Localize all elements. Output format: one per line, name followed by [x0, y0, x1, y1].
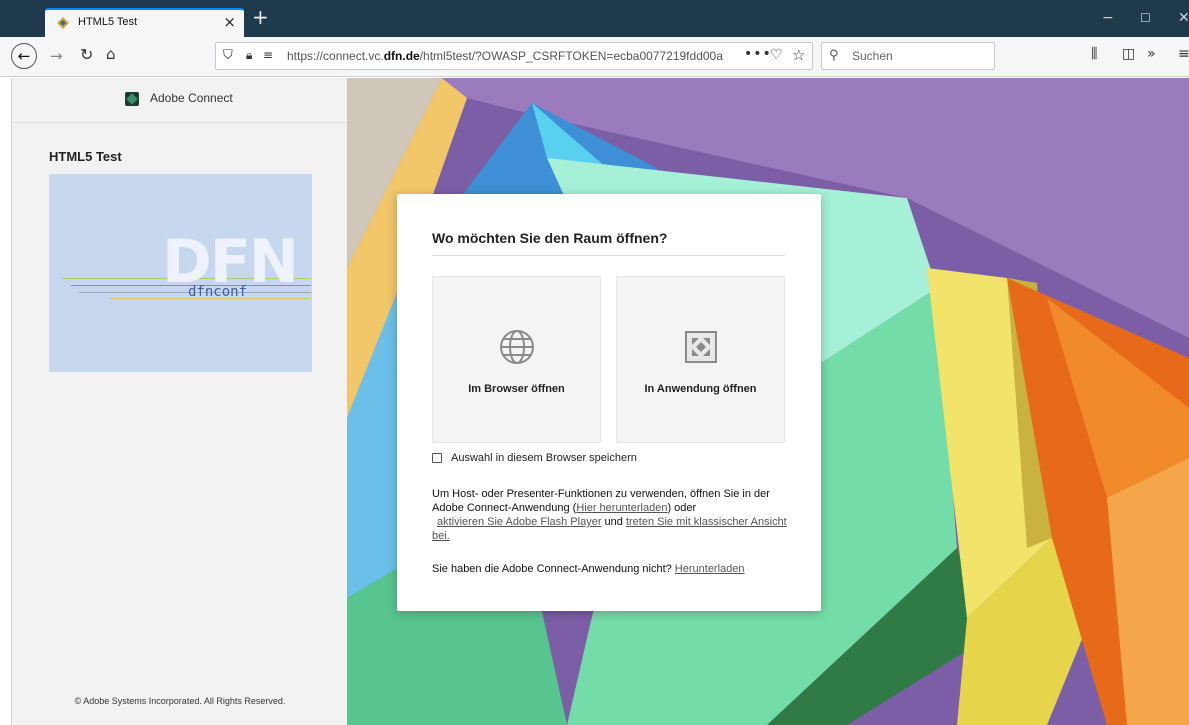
- room-title: HTML5 Test: [49, 149, 122, 164]
- new-tab-button[interactable]: +: [252, 7, 269, 27]
- host-info-text: Um Host- oder Presenter-Funktionen zu ve…: [432, 487, 792, 543]
- globe-icon: [500, 330, 534, 364]
- open-in-browser-label: Im Browser öffnen: [468, 383, 565, 395]
- sidebar-toggle-icon[interactable]: ◫: [1122, 46, 1135, 62]
- browser-toolbar: ← → ↻ ⌂ ⛉ 🔒︎ ≡ https://connect.vc.dfn.de…: [0, 37, 1189, 77]
- back-button-icon[interactable]: ←: [11, 43, 37, 69]
- close-window-icon[interactable]: ✕: [1178, 10, 1189, 26]
- page-actions-menu-icon[interactable]: •••: [744, 46, 772, 62]
- url-text[interactable]: https://connect.vc.dfn.de/html5test/?OWA…: [287, 49, 727, 63]
- copyright-notice: © Adobe Systems Incorporated. All Rights…: [74, 696, 286, 706]
- brand-header: Adobe Connect: [12, 78, 348, 123]
- remember-choice-label[interactable]: Auswahl in diesem Browser speichern: [451, 452, 637, 464]
- page-content: Adobe Connect HTML5 Test DFN dfnconf © A…: [0, 78, 1189, 725]
- close-tab-icon[interactable]: ×: [223, 13, 236, 31]
- no-app-text: Sie haben die Adobe Connect-Anwendung ni…: [432, 563, 745, 575]
- browser-titlebar: HTML5 Test × + − ☐ ✕: [0, 0, 1189, 37]
- address-bar[interactable]: ⛉ 🔒︎ ≡ https://connect.vc.dfn.de/html5te…: [215, 42, 813, 70]
- adobe-connect-logo-icon: [125, 92, 139, 106]
- minimize-window-icon[interactable]: −: [1102, 10, 1114, 26]
- thumbnail-subtitle: dfnconf: [188, 284, 248, 300]
- room-sidebar: Adobe Connect HTML5 Test DFN dfnconf © A…: [11, 78, 348, 725]
- home-button-icon[interactable]: ⌂: [106, 45, 116, 63]
- search-icon: ⚲: [829, 48, 839, 63]
- browser-tab[interactable]: HTML5 Test ×: [45, 8, 244, 37]
- pocket-icon[interactable]: ♡: [770, 47, 783, 63]
- enable-flash-link[interactable]: aktivieren Sie Adobe Flash Player: [437, 516, 601, 528]
- remember-choice-checkbox[interactable]: [432, 453, 442, 463]
- open-in-browser-button[interactable]: Im Browser öffnen: [432, 276, 601, 443]
- url-domain: dfn.de: [383, 49, 420, 63]
- dialog-title: Wo möchten Sie den Raum öffnen?: [432, 230, 668, 246]
- info-text-part3: und: [601, 516, 626, 528]
- no-app-question: Sie haben die Adobe Connect-Anwendung ni…: [432, 563, 675, 575]
- room-thumbnail: DFN dfnconf: [49, 174, 312, 372]
- open-in-app-button[interactable]: In Anwendung öffnen: [616, 276, 785, 443]
- search-input[interactable]: ⚲ Suchen: [821, 42, 995, 70]
- url-suffix: /html5test/?OWASP_CSRFTOKEN=ecba0077219f…: [419, 49, 723, 63]
- forward-button-icon[interactable]: →: [50, 47, 63, 65]
- download-app-link[interactable]: Herunterladen: [675, 563, 745, 575]
- brand-name: Adobe Connect: [150, 91, 233, 105]
- url-prefix: https://connect.vc.: [287, 49, 384, 63]
- maximize-window-icon[interactable]: ☐: [1140, 11, 1151, 25]
- lock-icon[interactable]: 🔒︎: [246, 48, 252, 63]
- library-icon[interactable]: ⫼: [1091, 46, 1097, 62]
- hamburger-menu-icon[interactable]: ≡: [1178, 46, 1189, 62]
- download-here-link[interactable]: Hier herunterladen: [576, 502, 667, 514]
- tracking-shield-icon[interactable]: ⛉: [223, 48, 233, 63]
- adobe-connect-favicon-icon: [57, 17, 69, 29]
- tab-title: HTML5 Test: [78, 16, 138, 28]
- adobe-connect-app-icon: [685, 331, 717, 363]
- open-in-app-label: In Anwendung öffnen: [644, 383, 757, 395]
- overflow-menu-icon[interactable]: »: [1147, 46, 1156, 62]
- bookmark-star-icon[interactable]: ☆: [792, 46, 805, 64]
- permissions-icon[interactable]: ≡: [263, 48, 273, 62]
- info-text-part2: ) oder: [667, 502, 697, 514]
- open-room-dialog: Wo möchten Sie den Raum öffnen? Im Brows…: [397, 194, 821, 611]
- dialog-divider: [432, 255, 785, 256]
- reload-button-icon[interactable]: ↻: [80, 45, 93, 64]
- search-placeholder: Suchen: [852, 49, 893, 63]
